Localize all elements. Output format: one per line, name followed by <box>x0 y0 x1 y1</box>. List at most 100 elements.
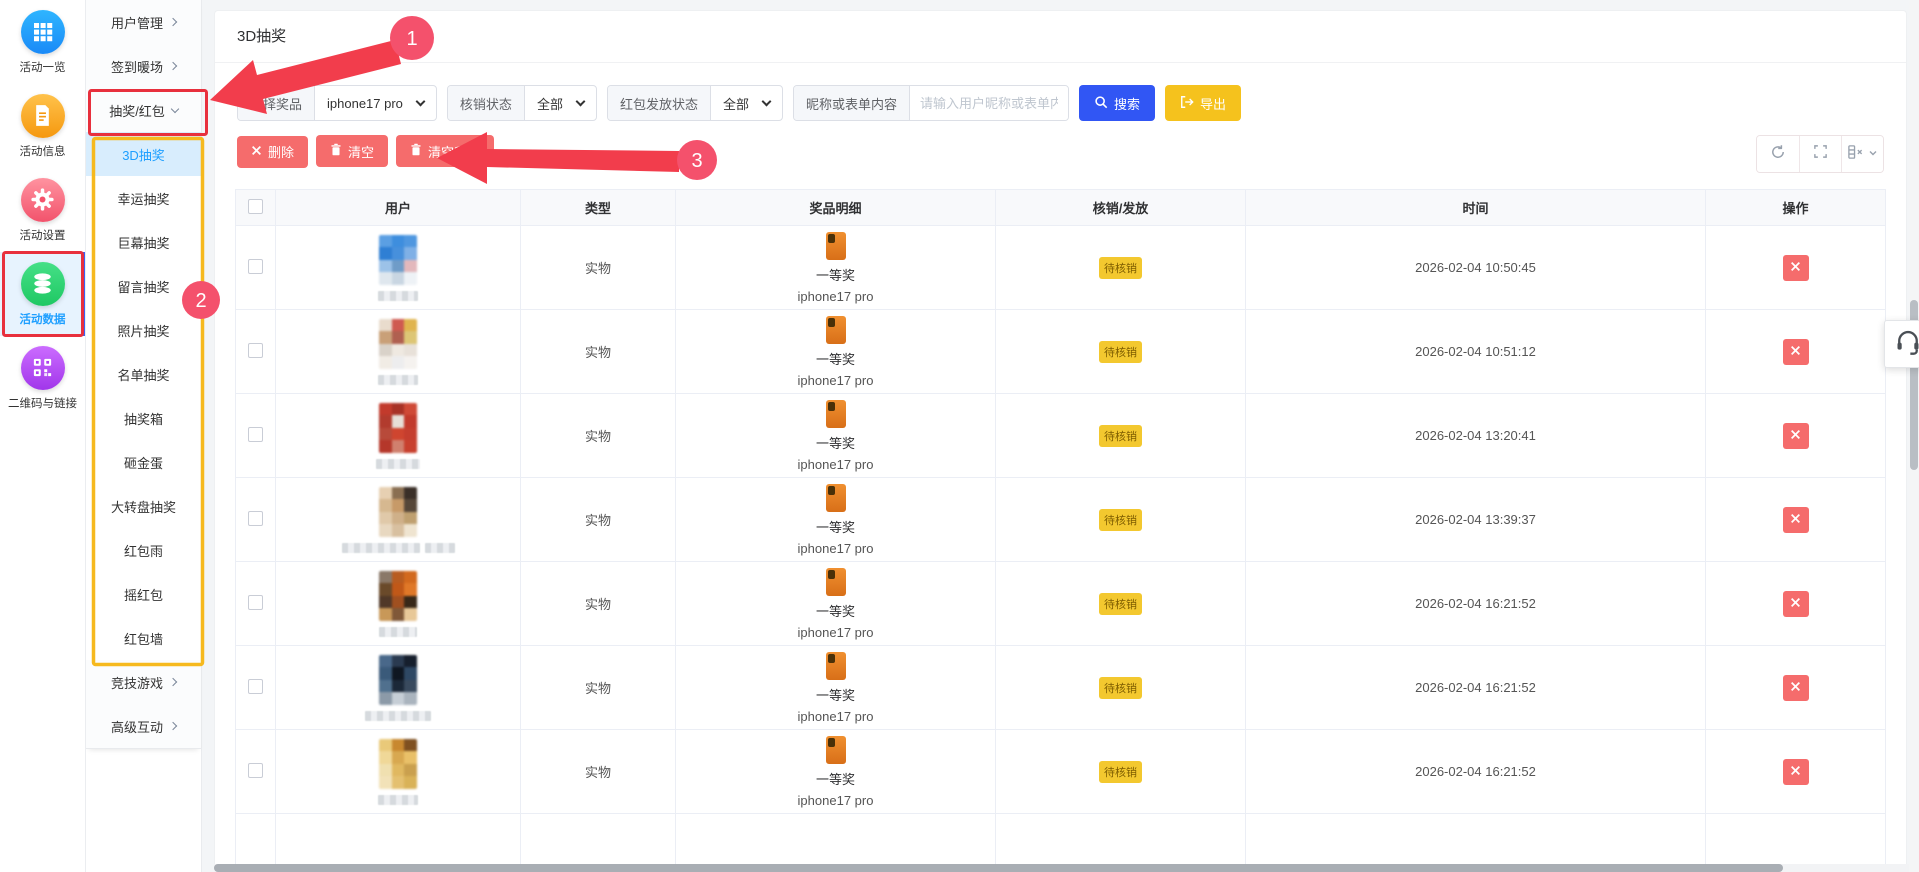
prize-type: 实物 <box>521 478 676 562</box>
column-settings-button[interactable] <box>1841 136 1883 172</box>
delete-row-button[interactable] <box>1783 675 1809 701</box>
clear-button[interactable]: 清空 <box>316 135 388 167</box>
fullscreen-icon <box>1813 144 1828 164</box>
user-avatar <box>276 655 520 721</box>
status-badge: 待核销 <box>1099 761 1142 783</box>
submenu-item-3d-lottery[interactable]: 3D抽奖 <box>86 132 201 176</box>
row-checkbox[interactable] <box>248 679 263 694</box>
nav-group-competitive-games[interactable]: 竞技游戏 <box>86 660 201 704</box>
clear-all-button[interactable]: 清空所有 <box>396 135 494 167</box>
submenu-item-redpacket-wall[interactable]: 红包墙 <box>86 616 201 660</box>
submenu-item-shake-redpacket[interactable]: 摇红包 <box>86 572 201 616</box>
submenu-item-label: 红包雨 <box>124 541 163 560</box>
column-header: 奖品明细 <box>676 190 996 226</box>
sidebar-item-activity-data[interactable]: 活动数据 <box>0 252 85 336</box>
x-icon <box>1790 596 1801 611</box>
delete-row-button[interactable] <box>1783 759 1809 785</box>
support-button[interactable] <box>1884 320 1919 368</box>
submenu-item-photo-lottery[interactable]: 照片抽奖 <box>86 308 201 352</box>
prize-image <box>826 400 846 428</box>
prize-select[interactable]: iphone17 pro <box>315 86 436 120</box>
horizontal-scrollbar[interactable] <box>214 864 1919 872</box>
row-checkbox[interactable] <box>248 343 263 358</box>
secondary-sidebar: 用户管理 签到暖场 抽奖/红包 3D抽奖 幸运抽奖 巨幕抽奖 留言抽奖 照片抽奖… <box>86 0 202 872</box>
chevron-down-icon <box>415 96 425 106</box>
avatar-image <box>379 655 417 705</box>
submenu-item-lucky-lottery[interactable]: 幸运抽奖 <box>86 176 201 220</box>
prize-detail: 一等奖 iphone17 pro <box>676 568 995 640</box>
row-time: 2026-02-04 16:21:52 <box>1246 646 1706 730</box>
delete-row-button[interactable] <box>1783 507 1809 533</box>
sidebar-item-activity-overview[interactable]: 活动一览 <box>0 0 85 84</box>
submenu-item-golden-egg[interactable]: 砸金蛋 <box>86 440 201 484</box>
status-badge: 待核销 <box>1099 677 1142 699</box>
prize-detail: 一等奖 iphone17 pro <box>676 232 995 304</box>
submenu-item-big-wheel-lottery[interactable]: 大转盘抽奖 <box>86 484 201 528</box>
prize-detail: 一等奖 iphone17 pro <box>676 316 995 388</box>
user-avatar <box>276 319 520 385</box>
prize-type: 实物 <box>521 730 676 814</box>
delete-button[interactable]: 删除 <box>237 136 308 168</box>
nav-group-user-management[interactable]: 用户管理 <box>86 0 201 44</box>
submenu-item-label: 红包墙 <box>124 629 163 648</box>
submenu-item-message-lottery[interactable]: 留言抽奖 <box>86 264 201 308</box>
prize-image <box>826 568 846 596</box>
horizontal-scrollbar-thumb[interactable] <box>214 864 1783 872</box>
submenu-item-list-lottery[interactable]: 名单抽奖 <box>86 352 201 396</box>
verify-status-select[interactable]: 全部 <box>525 86 596 120</box>
nav-group-label: 抽奖/红包 <box>109 101 165 120</box>
x-icon <box>1790 764 1801 779</box>
nav-group-lottery-redpacket[interactable]: 抽奖/红包 <box>86 88 201 132</box>
user-avatar <box>276 739 520 805</box>
delete-row-button[interactable] <box>1783 339 1809 365</box>
prize-type: 实物 <box>521 310 676 394</box>
prize-level: 一等奖 <box>816 265 855 284</box>
submenu-item-lottery-box[interactable]: 抽奖箱 <box>86 396 201 440</box>
row-checkbox[interactable] <box>248 511 263 526</box>
sidebar-item-label: 活动信息 <box>20 143 66 159</box>
delete-row-button[interactable] <box>1783 423 1809 449</box>
lottery-submenu: 3D抽奖 幸运抽奖 巨幕抽奖 留言抽奖 照片抽奖 名单抽奖 抽奖箱 砸金蛋 大转… <box>86 132 201 660</box>
delete-row-button[interactable] <box>1783 255 1809 281</box>
nav-group-label: 签到暖场 <box>111 57 163 76</box>
column-header: 操作 <box>1706 190 1886 226</box>
sidebar-item-activity-info[interactable]: 活动信息 <box>0 84 85 168</box>
row-checkbox[interactable] <box>248 763 263 778</box>
column-header: 用户 <box>276 190 521 226</box>
prize-image <box>826 736 846 764</box>
delete-row-button[interactable] <box>1783 591 1809 617</box>
prize-name: iphone17 pro <box>798 373 874 388</box>
avatar-image <box>379 319 417 369</box>
redpacket-status-select[interactable]: 全部 <box>711 86 782 120</box>
row-checkbox[interactable] <box>248 595 263 610</box>
column-header: 时间 <box>1246 190 1706 226</box>
status-badge: 待核销 <box>1099 593 1142 615</box>
search-button[interactable]: 搜索 <box>1079 85 1155 121</box>
submenu-item-redpacket-rain[interactable]: 红包雨 <box>86 528 201 572</box>
sidebar-item-qrcode-links[interactable]: 二维码与链接 <box>0 336 85 420</box>
submenu-item-label: 留言抽奖 <box>117 277 169 296</box>
keyword-input[interactable] <box>910 86 1068 120</box>
submenu-item-label: 大转盘抽奖 <box>111 497 176 516</box>
prize-level: 一等奖 <box>816 685 855 704</box>
row-checkbox[interactable] <box>248 259 263 274</box>
refresh-button[interactable] <box>1757 136 1799 172</box>
filter-label: 核销状态 <box>448 86 525 120</box>
export-button[interactable]: 导出 <box>1165 85 1241 121</box>
fullscreen-button[interactable] <box>1799 136 1841 172</box>
chevron-down-icon <box>762 96 772 106</box>
submenu-item-screen-lottery[interactable]: 巨幕抽奖 <box>86 220 201 264</box>
select-all-checkbox[interactable] <box>248 199 263 214</box>
prize-type: 实物 <box>521 394 676 478</box>
table-row: 实物 一等奖 iphone17 pro待核销 2026-02-04 10:50:… <box>236 226 1886 310</box>
nav-group-advanced-interaction[interactable]: 高级互动 <box>86 704 201 748</box>
prize-image <box>826 316 846 344</box>
row-checkbox[interactable] <box>248 427 263 442</box>
nav-group-checkin-warmup[interactable]: 签到暖场 <box>86 44 201 88</box>
prize-level: 一等奖 <box>816 601 855 620</box>
prize-level: 一等奖 <box>816 769 855 788</box>
sidebar-item-activity-settings[interactable]: 活动设置 <box>0 168 85 252</box>
vertical-scrollbar[interactable] <box>1909 0 1919 872</box>
row-time: 2026-02-04 16:21:52 <box>1246 562 1706 646</box>
trash-icon <box>330 143 342 159</box>
